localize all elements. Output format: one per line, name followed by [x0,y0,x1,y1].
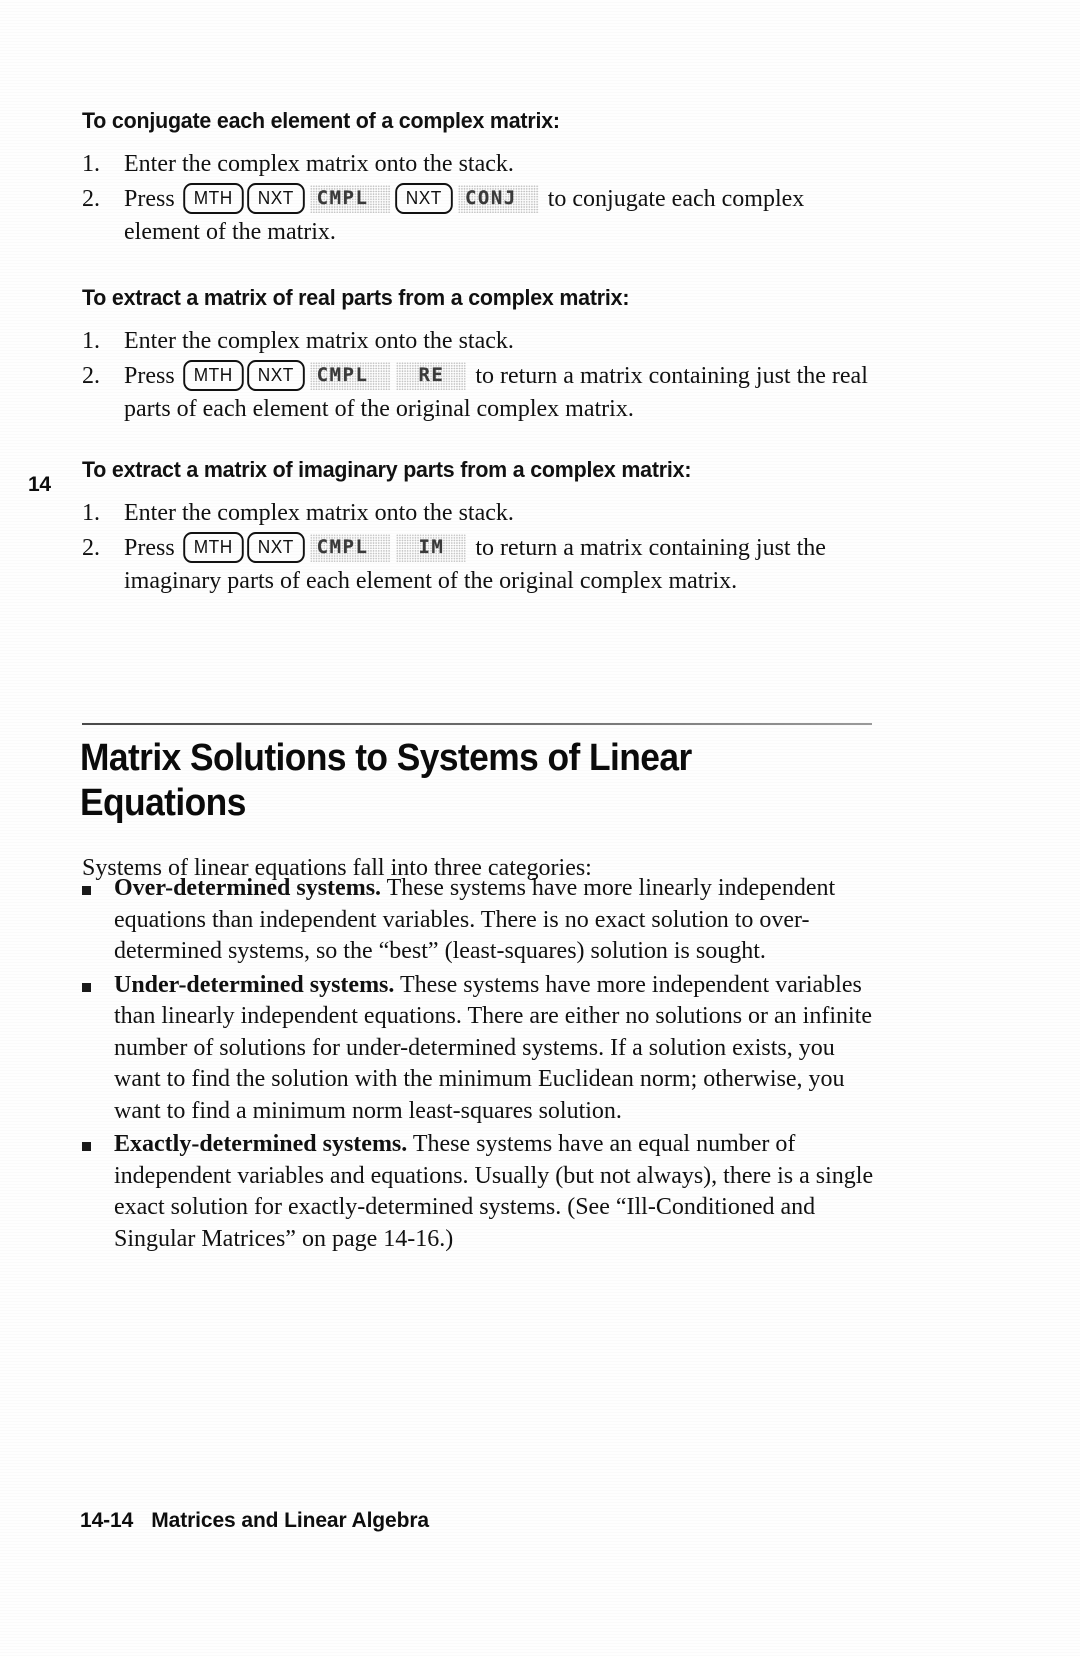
step-text-lead: Press [124,363,181,389]
procedure-step: 1. Enter the complex matrix onto the sta… [82,325,872,358]
softkey-re[interactable]: RE [396,362,467,390]
calculator-key-mth[interactable]: MTH [182,360,243,391]
procedure-step-list: 1. Enter the complex matrix onto the sta… [82,325,872,426]
square-bullet-icon [82,1142,91,1151]
list-item: Exactly-determined systems. These system… [82,1129,882,1255]
step-text: Enter the complex matrix onto the stack. [124,500,514,526]
square-bullet-icon [82,886,91,895]
procedure-heading: To extract a matrix of real parts from a… [82,285,630,310]
chapter-tab-marker: 14 [28,473,51,496]
procedure-step: 2. Press MTH NXT CMPL RE to return a matrix… [82,360,872,426]
procedure-block-real-parts: To extract a matrix of real parts from a… [82,285,872,428]
procedure-step: 2. Press MTH NXT CMPL NXT CONJ to conjugate … [82,183,872,249]
document-page: 14 To conjugate each element of a comple… [0,0,1080,1656]
calculator-key-nxt[interactable]: NXT [247,183,305,214]
bullet-lead: Over-determined systems. [114,875,382,901]
procedure-heading: To conjugate each element of a complex m… [82,108,560,133]
category-bullet-list: Over-determined systems. These systems h… [82,873,882,1257]
step-number: 2. [82,535,100,561]
step-number: 1. [82,500,100,526]
list-item: Over-determined systems. These systems h… [82,873,882,968]
footer-page-number: 14-14 [80,1509,134,1532]
procedure-step-list: 1. Enter the complex matrix onto the sta… [82,497,872,598]
page-footer: 14-14 Matrices and Linear Algebra [80,1509,429,1533]
softkey-cmpl[interactable]: CMPL [309,185,391,213]
calculator-key-mth[interactable]: MTH [182,532,243,563]
step-number: 1. [82,151,100,177]
softkey-cmpl[interactable]: CMPL [309,534,391,562]
calculator-key-nxt[interactable]: NXT [247,360,305,391]
section-title: Matrix Solutions to Systems of Linear Eq… [80,737,692,824]
bullet-lead: Under-determined systems. [114,971,395,998]
list-item: Under-determined systems. These systems … [82,970,882,1128]
procedure-block-imaginary-parts: To extract a matrix of imaginary parts f… [82,457,872,600]
softkey-im[interactable]: IM [396,534,467,562]
calculator-key-nxt[interactable]: NXT [247,532,305,563]
step-text-lead: Press [124,186,181,212]
calculator-key-nxt[interactable]: NXT [395,183,453,214]
step-text-lead: Press [124,535,181,561]
procedure-step: 2. Press MTH NXT CMPL IM to return a matrix… [82,532,872,598]
section-divider-rule [82,723,872,725]
bullet-lead: Exactly-determined systems. [114,1131,408,1157]
square-bullet-icon [82,982,91,992]
softkey-cmpl[interactable]: CMPL [309,362,391,390]
step-text: Enter the complex matrix onto the stack. [124,328,514,354]
step-text: Enter the complex matrix onto the stack. [124,151,514,177]
procedure-block-conjugate: To conjugate each element of a complex m… [82,108,872,251]
procedure-step: 1. Enter the complex matrix onto the sta… [82,497,872,530]
softkey-conj[interactable]: CONJ [457,185,539,213]
step-number: 2. [82,186,100,212]
procedure-step: 1. Enter the complex matrix onto the sta… [82,148,872,181]
step-number: 1. [82,328,100,354]
footer-chapter-title: Matrices and Linear Algebra [151,1509,429,1532]
procedure-step-list: 1. Enter the complex matrix onto the sta… [82,148,872,249]
calculator-key-mth[interactable]: MTH [182,183,243,214]
step-number: 2. [82,363,100,389]
procedure-heading: To extract a matrix of imaginary parts f… [82,457,692,482]
